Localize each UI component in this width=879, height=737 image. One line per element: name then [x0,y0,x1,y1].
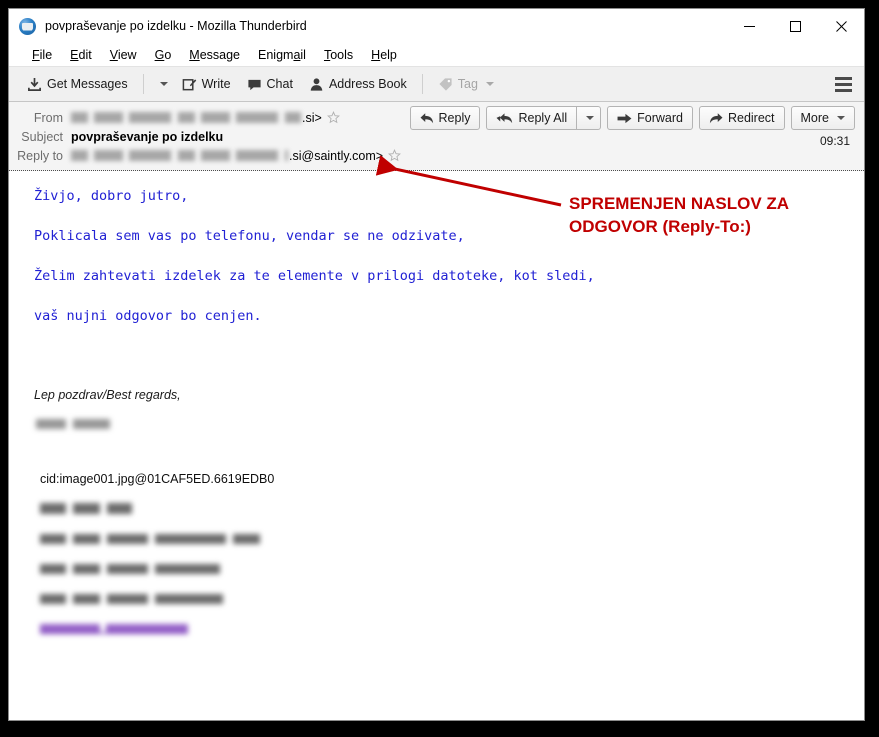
person-icon [310,77,323,91]
redacted-signature-name [36,419,110,429]
tag-label: Tag [457,77,478,91]
redirect-label: Redirect [727,111,775,125]
header-row-reply-to: Reply to .si@saintly.com> [9,146,864,165]
signature-footer-block [9,503,864,634]
app-menu-icon-bar [834,88,852,92]
main-toolbar: Get Messages Write Chat Address Book Tag [9,67,864,102]
redacted-reply-to-address [71,150,288,161]
window-title: povpraševanje po izdelku - Mozilla Thund… [45,19,307,33]
get-messages-button[interactable]: Get Messages [19,73,136,96]
forward-arrow-icon [617,113,632,123]
redacted-footer-address [40,534,864,544]
menu-item-help[interactable]: Help [362,46,406,64]
chat-button[interactable]: Chat [239,73,301,96]
title-bar: povpraševanje po izdelku - Mozilla Thund… [9,9,864,43]
close-icon [835,20,847,32]
message-header-pane: Reply Reply All Forward Redirect More 09… [9,102,864,171]
more-button[interactable]: More [790,106,855,130]
redacted-bar [40,534,266,544]
minimize-button[interactable] [726,9,772,43]
app-menu-icon-bar [834,76,852,80]
more-label: More [800,111,829,125]
close-button[interactable] [818,9,864,43]
menu-item-go[interactable]: Go [146,46,181,64]
chat-bubble-icon [247,79,261,90]
redacted-footer-fax [40,594,864,604]
tag-button[interactable]: Tag [430,73,502,96]
thunderbird-icon [19,17,36,35]
thunderbird-window: povpraševanje po izdelku - Mozilla Thund… [8,8,865,721]
app-menu-button[interactable] [828,72,858,96]
body-line: Želim zahtevati izdelek za te elemente v… [34,268,595,284]
menu-item-view[interactable]: View [101,46,146,64]
from-visible-suffix: .si> [302,110,322,125]
menu-item-edit[interactable]: Edit [61,46,101,64]
message-timestamp: 09:31 [819,134,850,148]
reply-all-label: Reply All [518,111,568,125]
subject-value: povpraševanje po izdelku [71,129,224,144]
message-action-buttons: Reply Reply All Forward Redirect More [404,106,855,130]
window-controls [726,9,864,43]
reply-all-dropdown[interactable] [576,106,602,130]
pencil-icon [182,78,196,90]
app-menu-icon-bar [834,82,852,86]
chevron-down-icon [586,116,595,120]
forward-button[interactable]: Forward [607,106,693,130]
annotation-line-2: ODGOVOR (Reply-To:) [569,217,751,236]
toolbar-separator-2 [421,74,423,94]
from-label: From [33,110,63,125]
body-line: vaš nujni odgovor bo cenjen. [34,308,262,324]
write-button[interactable]: Write [174,73,239,96]
star-outline-icon[interactable] [326,111,340,124]
maximize-button[interactable] [772,9,818,43]
menu-item-tools[interactable]: Tools [315,46,362,64]
reply-all-arrow-icon [496,112,513,123]
redirect-button[interactable]: Redirect [698,106,785,130]
redacted-footer-company [40,503,864,514]
redacted-bar [40,594,223,604]
redirect-arrow-icon [709,112,723,123]
annotation-line-1: SPREMENJEN NASLOV ZA [569,194,790,213]
cid-image-placeholder: cid:image001.jpg@01CAF5ED.6619EDB0 [40,472,275,486]
redacted-footer-tel [40,564,864,574]
redacted-bar [40,624,188,634]
from-value[interactable]: .si> [71,111,340,125]
redacted-bar [40,503,132,514]
menu-bar: File Edit View Go Message Enigmail Tools… [9,43,864,67]
reply-arrow-icon [420,112,433,123]
redacted-footer-website-link[interactable] [40,624,864,634]
chevron-down-icon [837,116,845,120]
tag-icon [439,77,452,91]
star-outline-icon[interactable] [388,149,402,162]
maximize-icon [789,20,801,32]
download-icon [28,77,41,91]
chevron-down-icon [485,82,494,86]
reply-to-visible-suffix: .si@saintly.com> [289,148,384,163]
menu-item-file[interactable]: File [23,46,61,64]
menu-item-enigmail[interactable]: Enigmail [249,46,315,64]
chevron-down-icon [159,82,168,86]
chat-label: Chat [266,77,293,91]
annotation-text: SPREMENJEN NASLOV ZA ODGOVOR (Reply-To:) [569,192,849,238]
menu-item-message[interactable]: Message [180,46,249,64]
get-messages-label: Get Messages [47,77,128,91]
signature-regards: Lep pozdrav/Best regards, [34,388,181,402]
address-book-button[interactable]: Address Book [301,73,415,96]
reply-button[interactable]: Reply [409,106,481,130]
get-messages-dropdown[interactable] [151,79,174,89]
redacted-sender-address [71,112,301,123]
forward-label: Forward [637,111,683,125]
reply-label: Reply [438,111,471,125]
reply-to-value[interactable]: .si@saintly.com> [71,148,402,163]
redacted-bar [40,564,220,574]
subject-label: Subject [21,129,63,144]
message-body-pane: Živjo, dobro jutro, Poklicala sem vas po… [9,171,864,720]
reply-all-button[interactable]: Reply All [486,106,577,130]
reply-to-label: Reply to [17,148,63,163]
toolbar-separator-1 [142,74,144,94]
reply-all-split-button: Reply All [486,106,602,130]
minimize-icon [743,25,755,27]
address-book-label: Address Book [328,77,407,91]
write-label: Write [201,77,231,91]
